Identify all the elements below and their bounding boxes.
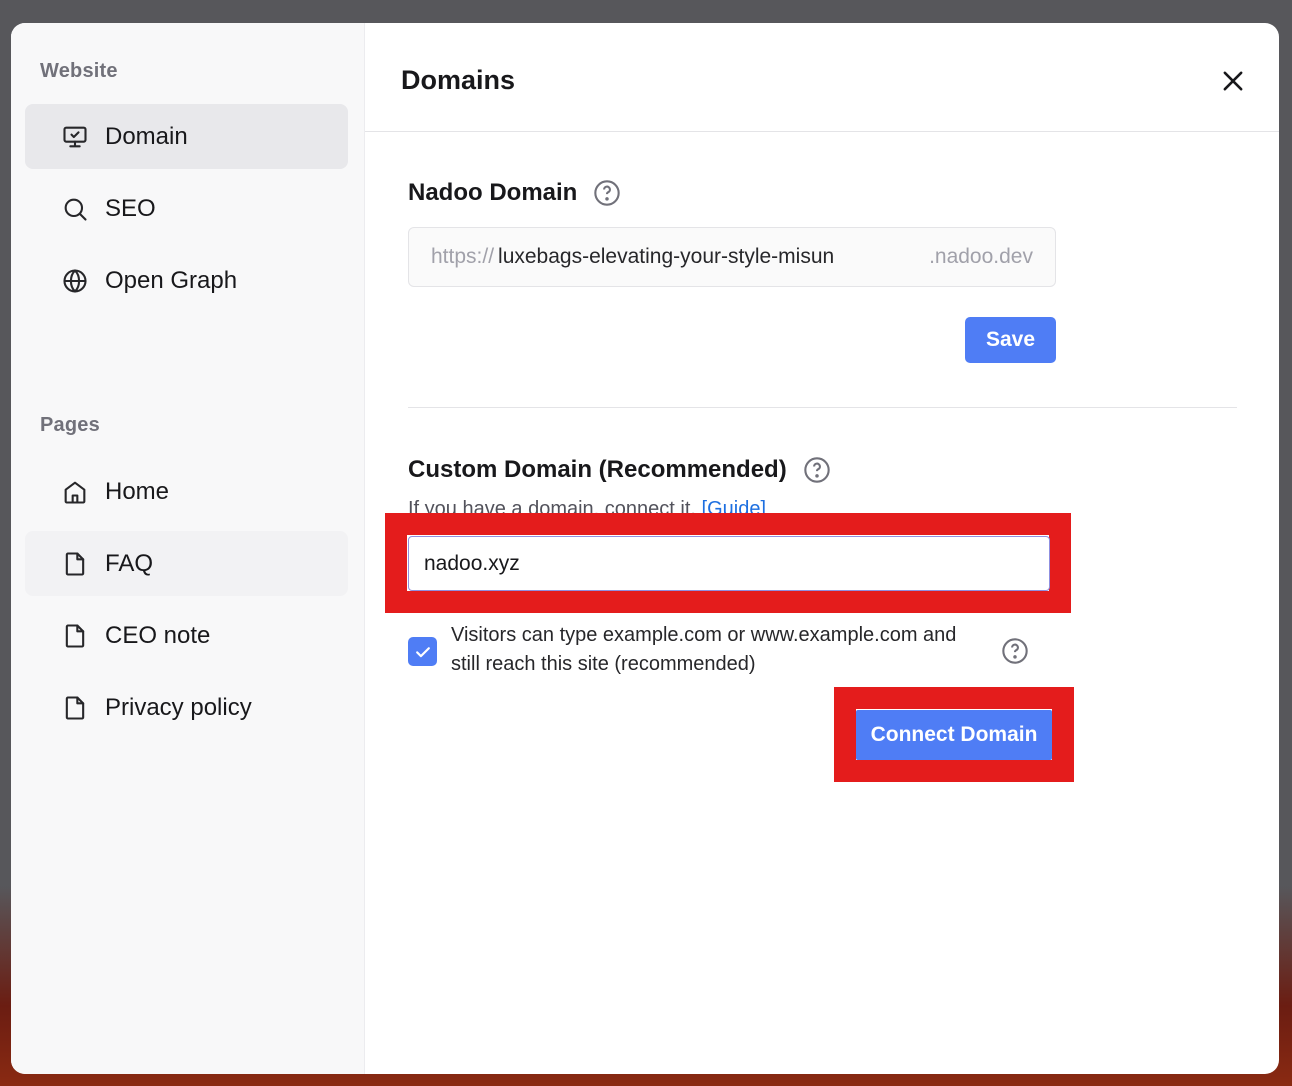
sidebar-item-label: CEO note [105,621,211,649]
sidebar-item-open-graph[interactable]: Open Graph [25,248,348,313]
sidebar-item-privacy-policy[interactable]: Privacy policy [25,675,348,740]
sidebar-item-home[interactable]: Home [25,459,348,524]
custom-domain-title: Custom Domain (Recommended) [408,456,787,483]
monitor-check-icon [61,123,89,151]
close-icon [1223,71,1243,91]
domain-prefix: https:// [431,245,495,268]
help-icon[interactable] [1001,637,1029,665]
domains-modal: Website Domain SEO Open Graph Pages Home [11,23,1279,1074]
search-icon [61,195,89,223]
check-icon [415,646,430,657]
pages-section-label: Pages [40,414,100,436]
sidebar-item-label: Open Graph [105,266,238,294]
domain-suffix: .nadoo.dev [929,245,1033,268]
page-title: Domains [401,65,516,95]
settings-sidebar: Website Domain SEO Open Graph Pages Home [11,23,365,1074]
section-divider [408,407,1237,408]
file-icon [61,622,89,650]
help-icon[interactable] [803,456,831,484]
sidebar-item-label: SEO [105,194,156,222]
domain-value[interactable]: luxebags-elevating-your-style-misun [494,245,929,269]
globe-icon [61,267,89,295]
custom-domain-input[interactable] [408,536,1050,591]
domains-panel: Domains Nadoo Domain https:// luxebags-e… [365,23,1279,1074]
sidebar-item-ceo-note[interactable]: CEO note [25,603,348,668]
nadoo-domain-title: Nadoo Domain [408,179,578,206]
save-button[interactable]: Save [965,317,1056,363]
website-section-label: Website [40,60,118,82]
sidebar-item-label: FAQ [105,549,154,577]
custom-domain-heading: Custom Domain (Recommended) [408,456,831,484]
sidebar-item-label: Home [105,477,170,505]
nadoo-domain-heading: Nadoo Domain [408,179,621,207]
www-redirect-checkbox[interactable] [408,637,437,666]
sidebar-item-domain[interactable]: Domain [25,104,348,169]
sidebar-item-faq[interactable]: FAQ [25,531,348,596]
sidebar-item-label: Privacy policy [105,693,252,721]
connect-domain-button[interactable]: Connect Domain [856,710,1052,760]
file-icon [61,550,89,578]
nadoo-domain-field[interactable]: https:// luxebags-elevating-your-style-m… [408,227,1056,287]
home-icon [61,478,89,506]
help-icon[interactable] [593,179,621,207]
panel-header: Domains [365,23,1279,132]
checkbox-label: Visitors can type example.com or www.exa… [451,624,957,675]
close-button[interactable] [1219,67,1247,95]
file-icon [61,694,89,722]
sidebar-item-label: Domain [105,122,188,150]
sidebar-item-seo[interactable]: SEO [25,176,348,241]
